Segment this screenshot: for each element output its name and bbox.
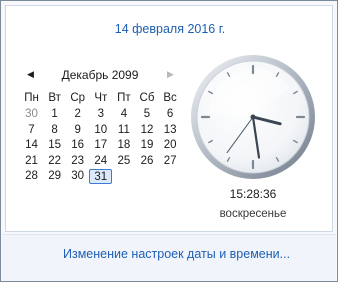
calendar-day[interactable]: 23 — [66, 154, 89, 169]
calendar-day[interactable]: 31 — [89, 169, 113, 185]
calendar-day[interactable]: 15 — [43, 138, 66, 153]
calendar-day[interactable]: 2 — [66, 107, 89, 122]
weekday-header: Вт — [48, 92, 61, 104]
calendar-grid: Пн Вт Ср Чт Пт Сб Вс 30 1 2 3 4 5 6 7 8 9 10 11 12 13 14 15 16 1… — [20, 91, 180, 187]
date-time-flyout: 14 февраля 2016 г. ◀ Декабрь 2099 ▶ Пн Вт… — [0, 0, 338, 282]
digital-time: 15:28:36 — [229, 187, 277, 201]
weekday-header: Вс — [163, 92, 177, 104]
previous-month-icon[interactable]: ◀ — [27, 69, 34, 80]
calendar-day[interactable]: 24 — [89, 154, 112, 169]
calendar-day[interactable]: 29 — [43, 169, 66, 184]
calendar-day[interactable]: 13 — [159, 123, 182, 138]
calendar-day[interactable]: 8 — [43, 123, 66, 138]
calendar-day[interactable]: 16 — [66, 138, 89, 153]
calendar-day[interactable]: 30 — [66, 169, 89, 184]
current-date-link[interactable]: 14 февраля 2016 г. — [1, 22, 338, 36]
calendar-day[interactable]: 21 — [20, 154, 43, 169]
calendar-day[interactable]: 20 — [159, 138, 182, 153]
calendar-day[interactable]: 11 — [112, 123, 135, 138]
calendar-day[interactable]: 9 — [66, 123, 89, 138]
calendar-day[interactable]: 6 — [159, 107, 182, 122]
calendar-day[interactable]: 10 — [89, 123, 112, 138]
calendar-day[interactable]: 25 — [112, 154, 135, 169]
calendar-day[interactable]: 17 — [89, 138, 112, 153]
calendar-day[interactable]: 14 — [20, 138, 43, 153]
calendar-day[interactable]: 27 — [159, 154, 182, 169]
calendar-day[interactable]: 30 — [20, 107, 43, 122]
calendar-day[interactable]: 22 — [43, 154, 66, 169]
analog-clock — [191, 55, 315, 179]
weekday-header: Ср — [70, 92, 86, 104]
weekday-header: Пт — [117, 92, 131, 104]
calendar-day[interactable]: 7 — [20, 123, 43, 138]
calendar-day[interactable]: 26 — [136, 154, 159, 169]
calendar-day[interactable]: 5 — [136, 107, 159, 122]
weekday-header: Чт — [94, 92, 108, 104]
calendar-day[interactable]: 1 — [43, 107, 66, 122]
calendar-day[interactable]: 12 — [136, 123, 159, 138]
weekday-header: Сб — [139, 92, 155, 104]
clock-center-pin — [250, 114, 256, 120]
weekday-header: Пн — [24, 92, 39, 104]
calendar-month-label[interactable]: Декабрь 2099 — [41, 68, 159, 82]
weekday-label: воскресенье — [219, 208, 287, 220]
next-month-icon[interactable]: ▶ — [167, 69, 174, 80]
calendar-day[interactable]: 28 — [20, 169, 43, 184]
calendar-day[interactable]: 19 — [136, 138, 159, 153]
calendar-day[interactable]: 4 — [112, 107, 135, 122]
calendar-day[interactable]: 18 — [112, 138, 135, 153]
calendar-day[interactable]: 3 — [89, 107, 112, 122]
change-date-time-settings-link[interactable]: Изменение настроек даты и времени... — [63, 247, 290, 261]
